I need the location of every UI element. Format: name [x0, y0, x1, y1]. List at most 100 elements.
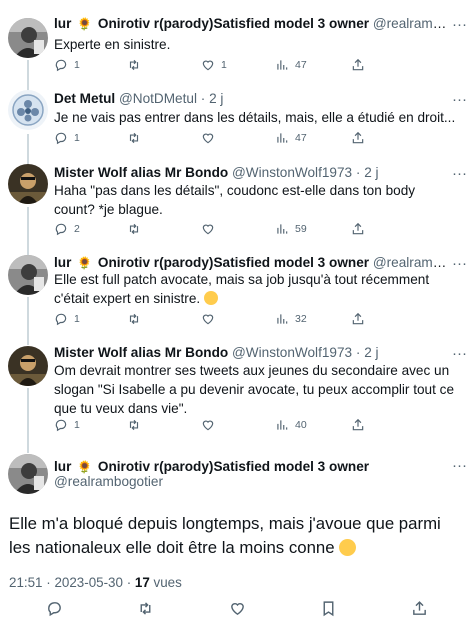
more-options-icon[interactable]: ···: [452, 17, 467, 34]
thread-line: [27, 297, 29, 345]
author-name-rest[interactable]: Onirotiv r(parody)Satisfied model 3 owne…: [98, 459, 369, 474]
views-button[interactable]: 47: [275, 56, 307, 74]
retweet-button[interactable]: [137, 600, 155, 618]
share-icon: [413, 601, 426, 615]
views-button[interactable]: 32: [275, 310, 307, 328]
author-handle[interactable]: @WinstonWolf1973: [232, 345, 352, 360]
like-button[interactable]: [229, 600, 247, 618]
reply-count: 1: [74, 132, 80, 144]
reply-button[interactable]: 1: [54, 56, 80, 74]
author-handle[interactable]: @realrambogo...: [373, 255, 452, 270]
author-handle[interactable]: @WinstonWolf1973: [232, 165, 352, 180]
tweet-text: Elle est full patch avocate, mais sa job…: [54, 270, 458, 308]
share-icon: [352, 58, 364, 71]
author-name[interactable]: lur: [54, 16, 71, 31]
tweet-header: lur 🌻 Onirotiv r(parody)Satisfied model …: [54, 15, 452, 33]
main-action-bar: [0, 600, 474, 620]
avatar[interactable]: [8, 255, 48, 295]
heart-icon: [202, 224, 214, 235]
views-chart-icon: [277, 224, 288, 234]
more-options-icon[interactable]: ···: [452, 92, 467, 109]
reply-icon: [55, 313, 67, 326]
reply-button[interactable]: 2: [54, 220, 80, 238]
reply-icon: [48, 602, 61, 617]
thread-line: [27, 60, 29, 90]
views-button[interactable]: 40: [275, 416, 307, 434]
heart-icon: [202, 314, 214, 325]
views-chart-icon: [277, 133, 288, 143]
timestamp[interactable]: 2 j: [364, 165, 378, 180]
timestamp[interactable]: 2 j: [209, 91, 223, 106]
more-options-icon[interactable]: ···: [452, 458, 467, 475]
retweet-button[interactable]: [127, 220, 141, 238]
author-handle[interactable]: @realrambogotier: [54, 474, 163, 489]
heart-icon: [202, 133, 214, 144]
tweet-text: Haha "pas dans les détails", coudonc est…: [54, 181, 458, 219]
like-button[interactable]: [201, 129, 215, 147]
like-button[interactable]: 1: [201, 56, 227, 74]
reply-button[interactable]: 1: [54, 416, 80, 434]
views-chart-icon: [277, 420, 288, 430]
reply-icon: [55, 59, 67, 72]
separator: ·: [355, 345, 361, 360]
tweet-text: Om devrait montrer ses tweets aux jeunes…: [54, 363, 455, 416]
avatar[interactable]: [8, 18, 48, 58]
retweet-button[interactable]: [127, 129, 141, 147]
share-button[interactable]: [351, 129, 365, 147]
avatar[interactable]: [8, 454, 48, 494]
share-button[interactable]: [351, 56, 365, 74]
separator: ·: [46, 575, 51, 590]
reply-button[interactable]: 1: [54, 310, 80, 328]
reply-button[interactable]: [46, 600, 64, 618]
heart-icon: [231, 603, 244, 616]
share-button[interactable]: [351, 310, 365, 328]
reply-count: 1: [74, 419, 80, 431]
retweet-icon: [140, 602, 151, 615]
views-count: 47: [295, 59, 307, 71]
views-chart-icon: [277, 60, 288, 70]
tweet-time[interactable]: 21:51: [9, 575, 43, 590]
views-button[interactable]: 47: [275, 129, 307, 147]
author-name[interactable]: lur: [54, 255, 71, 270]
retweet-icon: [129, 313, 139, 325]
action-bar: 1 32: [54, 310, 434, 328]
retweet-button[interactable]: [127, 56, 141, 74]
author-name[interactable]: Mister Wolf alias Mr Bondo: [54, 165, 228, 180]
smiling-face-emoji: [203, 291, 218, 305]
author-handle[interactable]: @NotDMetul: [119, 91, 197, 106]
retweet-button[interactable]: [127, 310, 141, 328]
share-button[interactable]: [351, 220, 365, 238]
separator: ·: [126, 575, 132, 590]
retweet-icon: [129, 132, 139, 144]
author-name[interactable]: Det Metul: [54, 91, 115, 106]
retweet-button[interactable]: [127, 416, 141, 434]
tweet-text-content: Haha "pas dans les détails", coudonc est…: [54, 183, 416, 217]
like-button[interactable]: [201, 416, 215, 434]
share-icon: [352, 222, 364, 235]
avatar[interactable]: [8, 164, 48, 204]
share-icon: [352, 131, 364, 144]
author-name[interactable]: Mister Wolf alias Mr Bondo: [54, 345, 228, 360]
heart-icon: [202, 60, 214, 71]
tweet-date[interactable]: 2023-05-30: [54, 575, 123, 590]
views-button[interactable]: 59: [275, 220, 307, 238]
avatar[interactable]: [8, 90, 48, 130]
share-button[interactable]: [411, 600, 429, 618]
avatar[interactable]: [8, 346, 48, 386]
author-name-rest[interactable]: Onirotiv r(parody)Satisfied model 3 owne…: [98, 255, 369, 270]
tweet-header: Mister Wolf alias Mr Bondo @WinstonWolf1…: [54, 164, 452, 182]
author-name[interactable]: lur: [54, 459, 71, 474]
retweet-icon: [129, 223, 139, 235]
share-button[interactable]: [351, 416, 365, 434]
share-icon: [352, 312, 364, 325]
bookmark-button[interactable]: [320, 600, 338, 618]
tweet-text-content: Elle m'a bloqué depuis longtemps, mais j…: [9, 514, 441, 557]
reply-button[interactable]: 1: [54, 129, 80, 147]
author-handle[interactable]: @realrambogo...: [373, 16, 452, 31]
author-name-rest[interactable]: Onirotiv r(parody)Satisfied model 3 owne…: [98, 16, 369, 31]
like-button[interactable]: [201, 220, 215, 238]
like-button[interactable]: [201, 310, 215, 328]
timestamp[interactable]: 2 j: [364, 345, 378, 360]
grimacing-face-emoji: [339, 539, 357, 556]
action-bar: 1 1 47: [54, 56, 434, 74]
